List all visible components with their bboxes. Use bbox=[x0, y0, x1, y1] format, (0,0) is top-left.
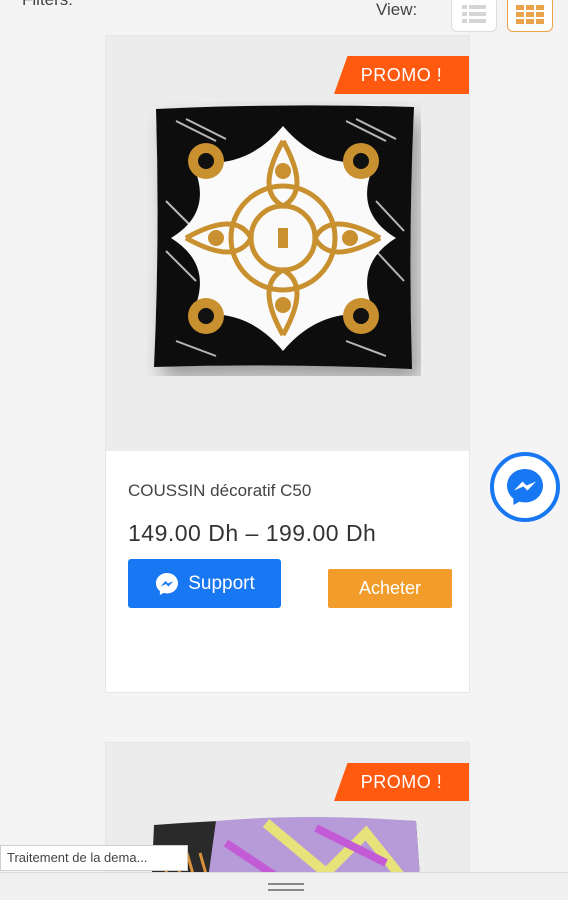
support-button[interactable]: Support bbox=[128, 559, 281, 608]
grid-view-icon bbox=[516, 5, 544, 24]
product-listing-page: Filters: View: PROMO ! bbox=[0, 0, 568, 900]
product-card[interactable]: PROMO ! bbox=[105, 35, 470, 693]
filters-label[interactable]: Filters: bbox=[22, 0, 73, 10]
product-title[interactable]: COUSSIN décoratif C50 bbox=[128, 477, 358, 505]
promo-badge: PROMO ! bbox=[334, 56, 469, 94]
grid-view-button[interactable] bbox=[507, 0, 553, 32]
loading-status: Traitement de la dema... bbox=[0, 845, 188, 871]
list-view-button[interactable] bbox=[451, 0, 497, 32]
messenger-icon bbox=[507, 469, 543, 505]
messenger-icon bbox=[156, 572, 179, 595]
product-price: 149.00 Dh – 199.00 Dh bbox=[128, 520, 377, 546]
promo-badge: PROMO ! bbox=[334, 763, 469, 801]
view-label: View: bbox=[376, 0, 418, 19]
product-info: COUSSIN décoratif C50 149.00 Dh – 199.00… bbox=[106, 451, 469, 619]
messenger-chat-button[interactable] bbox=[490, 452, 560, 522]
product-image-area[interactable]: PROMO ! bbox=[106, 36, 469, 451]
drag-handle-icon[interactable] bbox=[268, 883, 304, 891]
product-actions: Support Acheter bbox=[128, 559, 452, 619]
bottom-bar bbox=[0, 872, 568, 900]
buy-button[interactable]: Acheter bbox=[328, 569, 452, 608]
list-view-icon bbox=[462, 5, 486, 23]
product-image[interactable] bbox=[146, 101, 421, 376]
support-label: Support bbox=[188, 572, 255, 594]
